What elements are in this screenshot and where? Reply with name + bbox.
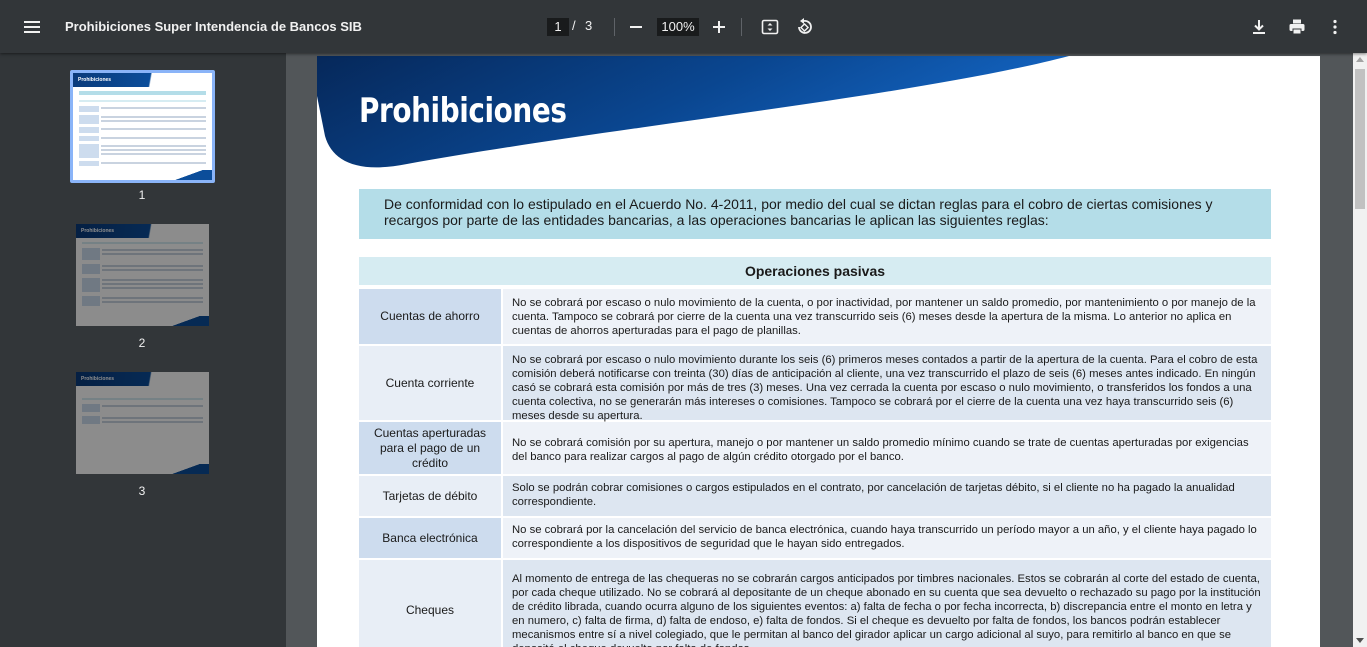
- pdf-toolbar: Prohibiciones Super Intendencia de Banco…: [0, 0, 1367, 53]
- total-pages: 3: [585, 18, 593, 33]
- vertical-scrollbar[interactable]: [1353, 53, 1367, 647]
- section-header: Operaciones pasivas: [359, 257, 1271, 285]
- row-label: Banca electrónica: [359, 518, 501, 558]
- row-text: Solo se podrán cobrar comisiones o cargo…: [503, 476, 1271, 516]
- intro-box: De conformidad con lo estipulado en el A…: [359, 189, 1271, 239]
- mini-page-title: Prohibiciones: [78, 77, 112, 83]
- document-viewport[interactable]: Prohibiciones De conformidad con lo esti…: [286, 53, 1353, 647]
- table-row: Cuentas aperturadas para el pago de un c…: [359, 422, 1271, 474]
- document-title: Prohibiciones Super Intendencia de Banco…: [65, 19, 362, 34]
- thumbnail-page-2[interactable]: Prohibiciones: [76, 224, 209, 326]
- toolbar-divider: [614, 18, 615, 36]
- minus-icon[interactable]: [623, 14, 649, 40]
- row-text: No se cobrará por escaso o nulo movimien…: [503, 289, 1271, 344]
- scrollbar-thumb[interactable]: [1355, 69, 1365, 209]
- print-icon[interactable]: [1284, 14, 1310, 40]
- rotate-icon[interactable]: [791, 14, 817, 40]
- scroll-up-icon[interactable]: [1356, 57, 1364, 62]
- row-label: Cuentas aperturadas para el pago de un c…: [359, 422, 501, 474]
- pdf-page: Prohibiciones De conformidad con lo esti…: [317, 56, 1320, 647]
- thumbnail-label: 1: [138, 188, 146, 202]
- download-icon[interactable]: [1246, 14, 1272, 40]
- row-label: Tarjetas de débito: [359, 476, 501, 516]
- table-row: Cheques Al momento de entrega de las che…: [359, 560, 1271, 647]
- thumbnail-page-3[interactable]: Prohibiciones: [76, 372, 209, 474]
- table-row: Tarjetas de débito Solo se podrán cobrar…: [359, 476, 1271, 516]
- toolbar-divider: [741, 18, 742, 36]
- page-separator: /: [572, 18, 576, 33]
- thumbnail-label: 2: [138, 336, 146, 350]
- plus-icon[interactable]: [706, 14, 732, 40]
- scroll-down-icon[interactable]: [1356, 638, 1364, 643]
- thumbnail-label: 3: [138, 484, 146, 498]
- zoom-input[interactable]: 100%: [657, 18, 699, 36]
- row-text: Al momento de entrega de las chequeras n…: [503, 560, 1271, 647]
- thumbnail-sidebar: Prohibiciones 1 Prohibiciones 2 Prohibic…: [0, 53, 286, 647]
- more-vert-icon[interactable]: [1322, 14, 1348, 40]
- fit-page-icon[interactable]: [757, 14, 783, 40]
- table-row: Cuentas de ahorro No se cobrará por esca…: [359, 289, 1271, 344]
- menu-icon[interactable]: [19, 15, 47, 39]
- row-text: No se cobrará comisión por su apertura, …: [503, 422, 1271, 474]
- page-number-input[interactable]: 1: [547, 18, 569, 36]
- row-text: No se cobrará por escaso o nulo movimien…: [503, 346, 1271, 422]
- table-row: Cuenta corriente No se cobrará por escas…: [359, 346, 1271, 422]
- thumbnail-page-1[interactable]: Prohibiciones: [70, 70, 215, 183]
- row-text: No se cobrará por la cancelación del ser…: [503, 518, 1271, 558]
- row-label: Cuenta corriente: [359, 346, 501, 420]
- row-label: Cuentas de ahorro: [359, 289, 501, 344]
- row-label: Cheques: [359, 560, 501, 647]
- page-title: Prohibiciones: [359, 91, 567, 131]
- table-row: Banca electrónica No se cobrará por la c…: [359, 518, 1271, 558]
